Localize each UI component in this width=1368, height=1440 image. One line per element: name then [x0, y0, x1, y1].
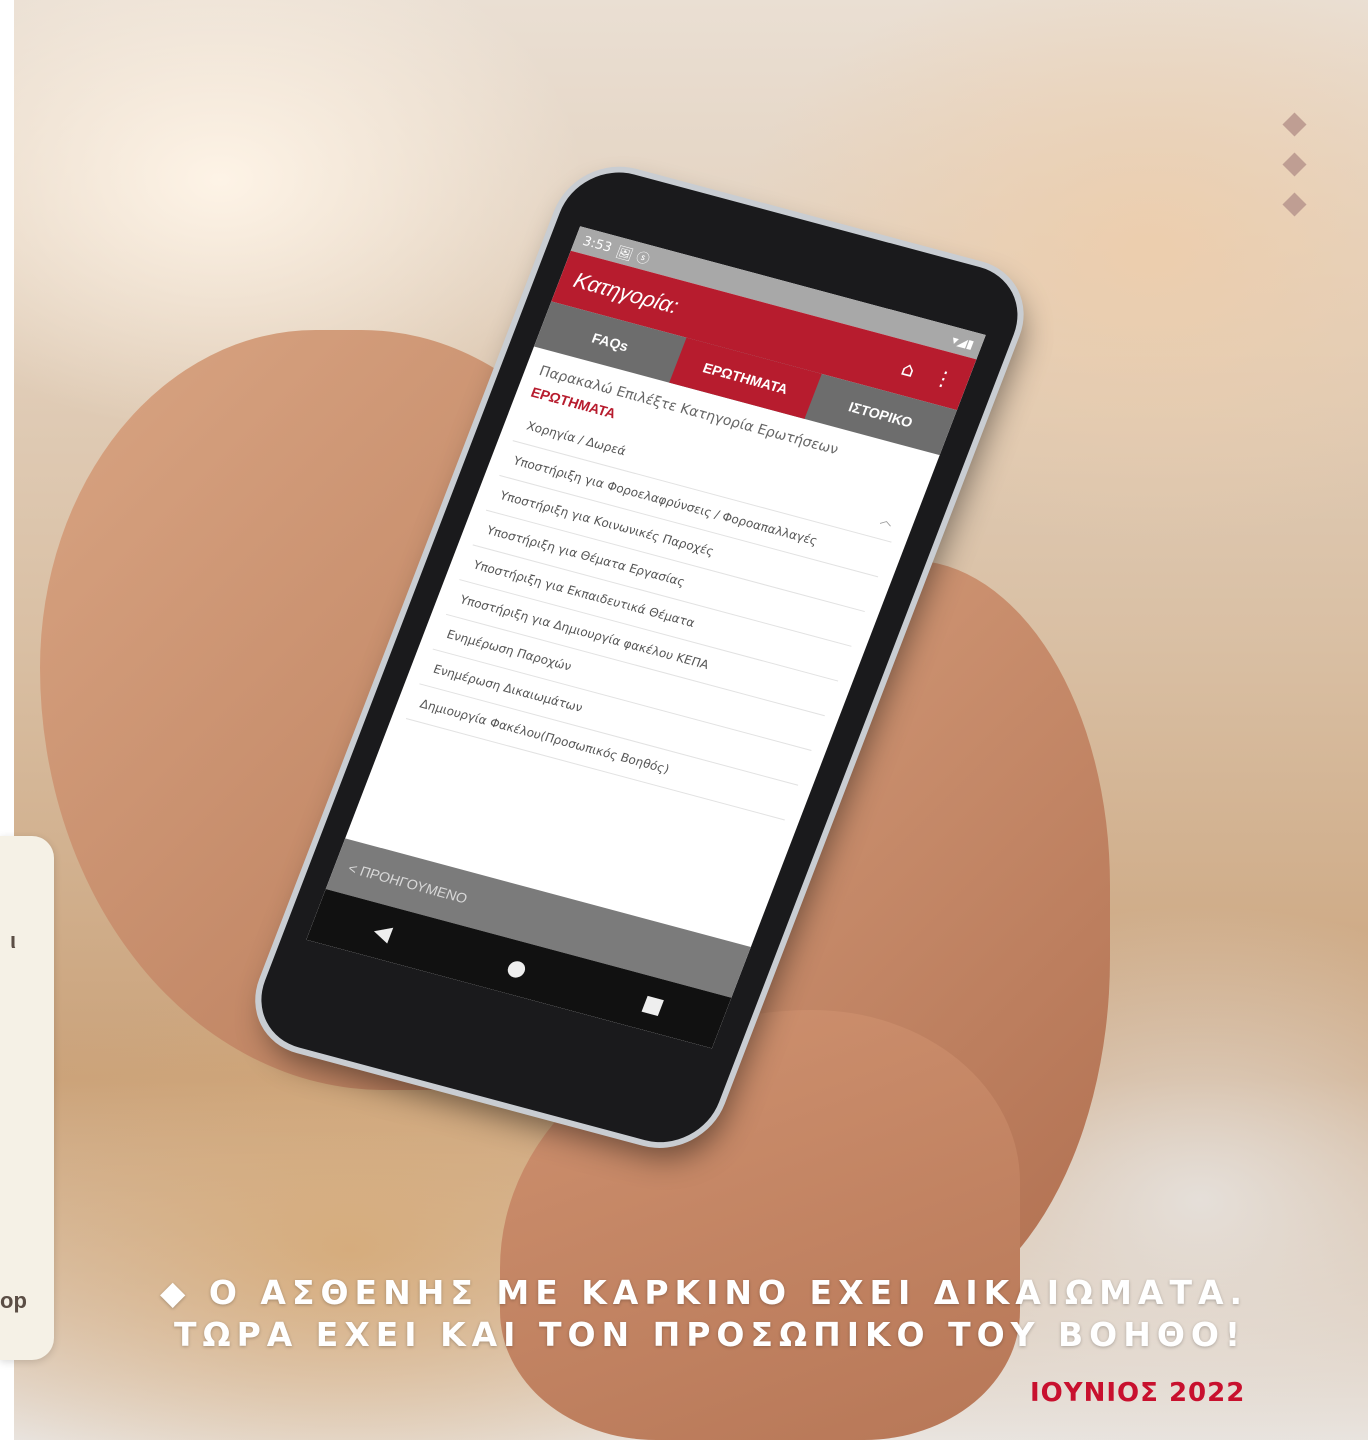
tagline: ◆ Ο ΑΣΘΕΝΗΣ ΜΕ ΚΑΡΚΙΝΟ ΕΧΕΙ ΔΙΚΑΙΩΜΑΤΑ. …: [160, 1272, 1260, 1356]
more-icon[interactable]: ⋮: [930, 365, 958, 393]
decorative-diamonds: [1282, 112, 1308, 236]
signal-icon: ▾◢▮: [949, 332, 976, 352]
status-time: 3:53: [580, 233, 615, 256]
diamond-icon: [1282, 112, 1307, 137]
issue-date: ΙΟΥΝΙΟΣ 2022: [1030, 1378, 1246, 1408]
side-info-card: ι op: [0, 836, 54, 1360]
side-card-glyph-bottom: op: [0, 1288, 27, 1313]
chevron-up-icon[interactable]: ︿: [878, 511, 896, 530]
tagline-line-1: ◆ Ο ΑΣΘΕΝΗΣ ΜΕ ΚΑΡΚΙΝΟ ΕΧΕΙ ΔΙΚΑΙΩΜΑΤΑ.: [160, 1273, 1249, 1312]
diamond-icon: [1282, 192, 1307, 217]
recent-apps-icon[interactable]: ■: [639, 990, 668, 1019]
back-icon[interactable]: ◀: [370, 918, 395, 946]
diamond-icon: [1282, 152, 1307, 177]
home-circle-icon[interactable]: ●: [503, 954, 531, 982]
tagline-line-2: ΤΩΡΑ ΕΧΕΙ ΚΑΙ ΤΟΝ ΠΡΟΣΩΠΙΚΟ ΤΟΥ ΒΟΗΘΟ!: [174, 1315, 1247, 1354]
home-icon[interactable]: ⌂: [898, 356, 919, 382]
side-card-glyph-top: ι: [10, 928, 17, 953]
